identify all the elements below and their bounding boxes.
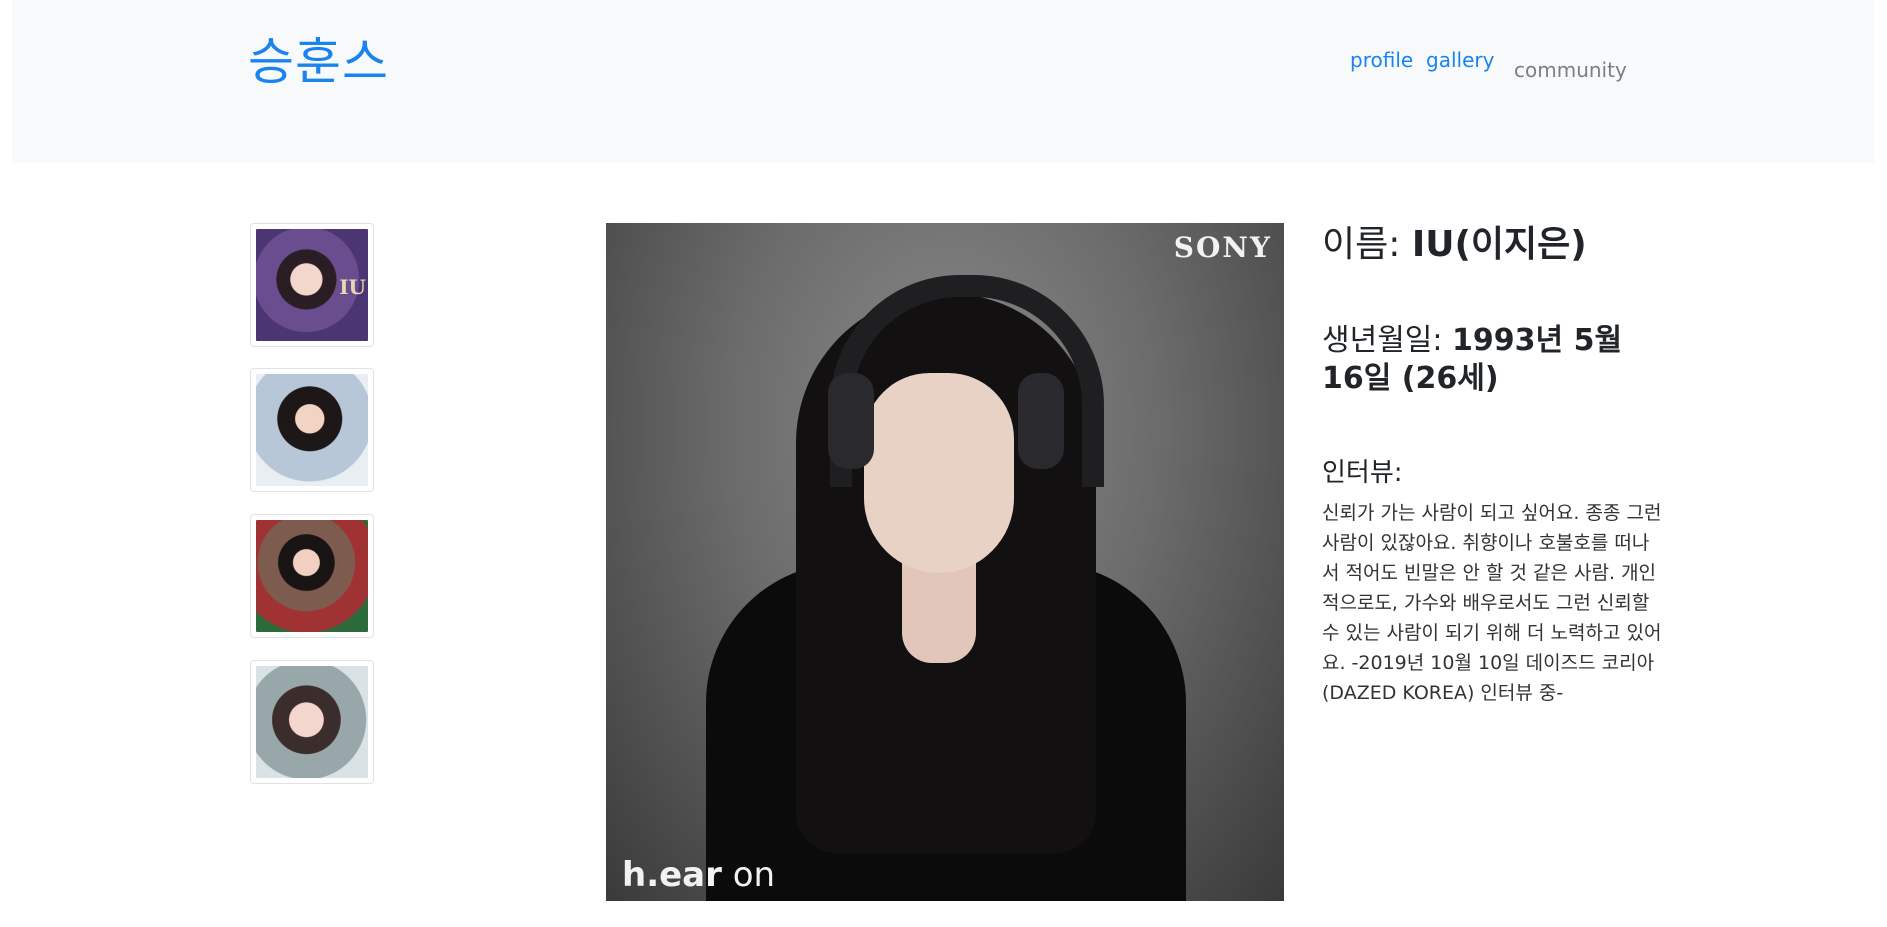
gallery-thumbnail-2[interactable] (250, 368, 374, 492)
name-label: 이름: (1322, 224, 1412, 265)
nav-link-profile[interactable]: profile (1350, 47, 1413, 73)
birth-label: 생년월일: (1322, 323, 1453, 358)
interview-text: 신뢰가 가는 사람이 되고 싶어요. 종종 그런 사람이 있잖아요. 취향이나 … (1322, 502, 1662, 704)
photo-tagline-bold: h.ear (622, 855, 722, 895)
thumbnail-image (256, 374, 368, 486)
photo-tagline-rest: on (721, 855, 776, 895)
thumbnail-image: IU (256, 229, 368, 341)
profile-name: 이름: IU(이지은) (1322, 222, 1662, 268)
brand-logo-link[interactable]: 승훈스 (248, 30, 389, 94)
nav-link-gallery[interactable]: gallery (1426, 47, 1494, 73)
thumbnail-overlay-text: IU (339, 275, 366, 299)
gallery-thumbnail-4[interactable] (250, 660, 374, 784)
thumbnail-image (256, 666, 368, 778)
thumbnail-image (256, 520, 368, 632)
photo-tagline: h.ear on (622, 855, 775, 895)
gallery-thumbnail-1[interactable]: IU (250, 223, 374, 347)
nav-link-community[interactable]: community (1514, 57, 1627, 83)
photo-brand-text: SONY (1173, 231, 1272, 264)
interview-heading: 인터뷰: (1322, 458, 1403, 488)
navbar: 승훈스 profile gallery community (12, 0, 1874, 163)
name-value: IU(이지은) (1411, 224, 1587, 265)
headphone-cup-right (1018, 373, 1064, 469)
profile-birthdate: 생년월일: 1993년 5월 16일 (26세) (1322, 322, 1662, 398)
headphone-cup-left (828, 373, 874, 469)
main-profile-photo: SONY h.ear on (606, 223, 1284, 901)
gallery-thumbnail-3[interactable] (250, 514, 374, 638)
